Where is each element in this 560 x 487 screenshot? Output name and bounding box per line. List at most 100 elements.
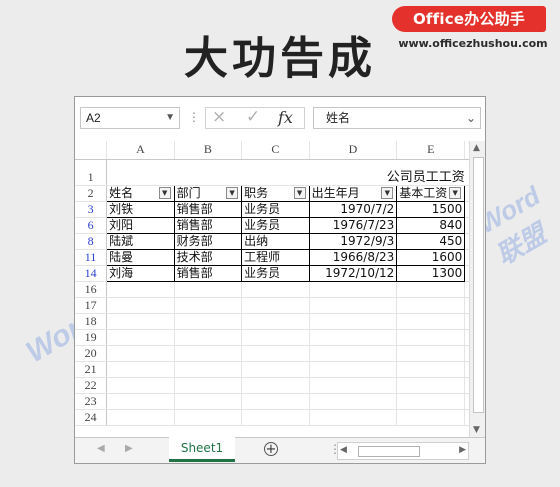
row-header[interactable]: 6 [75,217,108,234]
row-header[interactable]: 17 [75,297,108,314]
cell[interactable]: 技术部 [174,249,243,266]
cell[interactable] [309,409,398,426]
add-sheet-icon[interactable]: + [264,442,278,456]
cell[interactable] [106,297,175,314]
worksheet-grid[interactable]: A B C D E 1 公司员工工资 2 姓名 ▼ 部门 ▼ 职务 ▼ 出生年月 ▼ 基… [75,141,485,437]
cell[interactable] [309,329,398,346]
formula-input[interactable]: 姓名 ⌄ [313,107,481,129]
filter-dropdown-icon[interactable]: ▼ [293,186,306,199]
cell[interactable] [396,329,466,346]
cell[interactable] [241,297,310,314]
cell[interactable]: 业务员 [241,265,310,282]
row-header[interactable]: 2 [75,185,108,202]
cell[interactable] [106,409,175,426]
cell[interactable]: 1500 [396,201,466,218]
cell[interactable] [309,361,398,378]
cell[interactable]: 刘阳 [106,217,175,234]
cell[interactable] [241,313,310,330]
select-all-corner[interactable] [75,141,108,160]
cell[interactable] [396,281,466,298]
cell[interactable]: 1972/9/3 [309,233,398,250]
filter-dropdown-icon[interactable]: ▼ [226,186,239,199]
filter-dropdown-icon[interactable]: ▼ [381,186,394,199]
cell[interactable] [309,393,398,410]
row-header[interactable]: 1 [75,159,108,186]
header-cell-department[interactable]: 部门 ▼ [174,184,243,202]
column-header-b[interactable]: B [174,141,243,160]
cell[interactable] [309,313,398,330]
cell[interactable] [174,345,243,362]
scroll-up-icon[interactable]: ▲ [473,143,480,153]
cancel-icon[interactable]: × [212,107,226,127]
scroll-thumb[interactable] [473,157,484,413]
cell[interactable] [309,297,398,314]
cell[interactable]: 1976/7/23 [309,217,398,234]
row-header[interactable]: 22 [75,377,108,394]
cell[interactable]: 840 [396,217,466,234]
scroll-left-icon[interactable]: ◀ [340,445,347,455]
cell[interactable]: 1970/7/2 [309,201,398,218]
cell[interactable] [396,297,466,314]
insert-function-icon[interactable]: fx [278,108,293,127]
header-cell-position[interactable]: 职务 ▼ [241,184,310,202]
header-cell-birth[interactable]: 出生年月 ▼ [309,184,398,202]
scroll-down-icon[interactable]: ▼ [473,425,480,435]
tab-sheet1[interactable]: Sheet1 [169,437,235,462]
row-header[interactable]: 3 [75,201,108,218]
cell[interactable] [106,377,175,394]
column-header-e[interactable]: E [396,141,466,160]
sheet-title-cell[interactable]: 公司员工工资 [106,159,465,186]
cell[interactable] [241,345,310,362]
cell[interactable] [174,313,243,330]
cell[interactable] [309,281,398,298]
enter-icon[interactable]: ✓ [246,107,260,127]
cell[interactable] [174,361,243,378]
cell[interactable] [241,361,310,378]
vertical-scrollbar[interactable]: ▲ ▼ [469,141,485,437]
cell[interactable] [396,313,466,330]
row-header[interactable]: 16 [75,281,108,298]
cell[interactable] [106,329,175,346]
cell[interactable] [396,377,466,394]
row-header[interactable]: 11 [75,249,108,266]
cell[interactable]: 刘海 [106,265,175,282]
cell[interactable] [106,361,175,378]
cell[interactable] [106,393,175,410]
row-header[interactable]: 18 [75,313,108,330]
row-header[interactable]: 24 [75,409,108,426]
cell[interactable]: 1600 [396,249,466,266]
cell[interactable]: 1972/10/12 [309,265,398,282]
chevron-down-icon[interactable]: ⌄ [466,108,476,128]
row-header[interactable]: 21 [75,361,108,378]
column-header-c[interactable]: C [241,141,310,160]
cell[interactable] [241,393,310,410]
row-header[interactable]: 20 [75,345,108,362]
cell[interactable] [241,329,310,346]
cell[interactable] [396,361,466,378]
cell[interactable] [174,281,243,298]
next-sheet-icon[interactable]: ▶ [125,443,133,454]
cell[interactable] [309,345,398,362]
row-header[interactable]: 8 [75,233,108,250]
row-header[interactable]: 23 [75,393,108,410]
cell[interactable] [174,409,243,426]
cell[interactable] [174,393,243,410]
cell[interactable] [309,377,398,394]
cell[interactable] [106,345,175,362]
cell[interactable]: 销售部 [174,217,243,234]
cell[interactable]: 销售部 [174,201,243,218]
cell[interactable] [396,409,466,426]
cell[interactable]: 450 [396,233,466,250]
scroll-right-icon[interactable]: ▶ [459,445,466,455]
header-cell-salary[interactable]: 基本工资 ▼ [396,184,466,202]
cell[interactable]: 陆曼 [106,249,175,266]
cell[interactable] [106,313,175,330]
cell[interactable]: 业务员 [241,217,310,234]
cell[interactable]: 1300 [396,265,466,282]
filter-dropdown-icon[interactable]: ▼ [449,186,462,199]
filter-active-icon[interactable]: ▼ [158,186,171,199]
cell[interactable] [396,393,466,410]
cell[interactable]: 出纳 [241,233,310,250]
row-header[interactable]: 14 [75,265,108,282]
cell[interactable]: 工程师 [241,249,310,266]
